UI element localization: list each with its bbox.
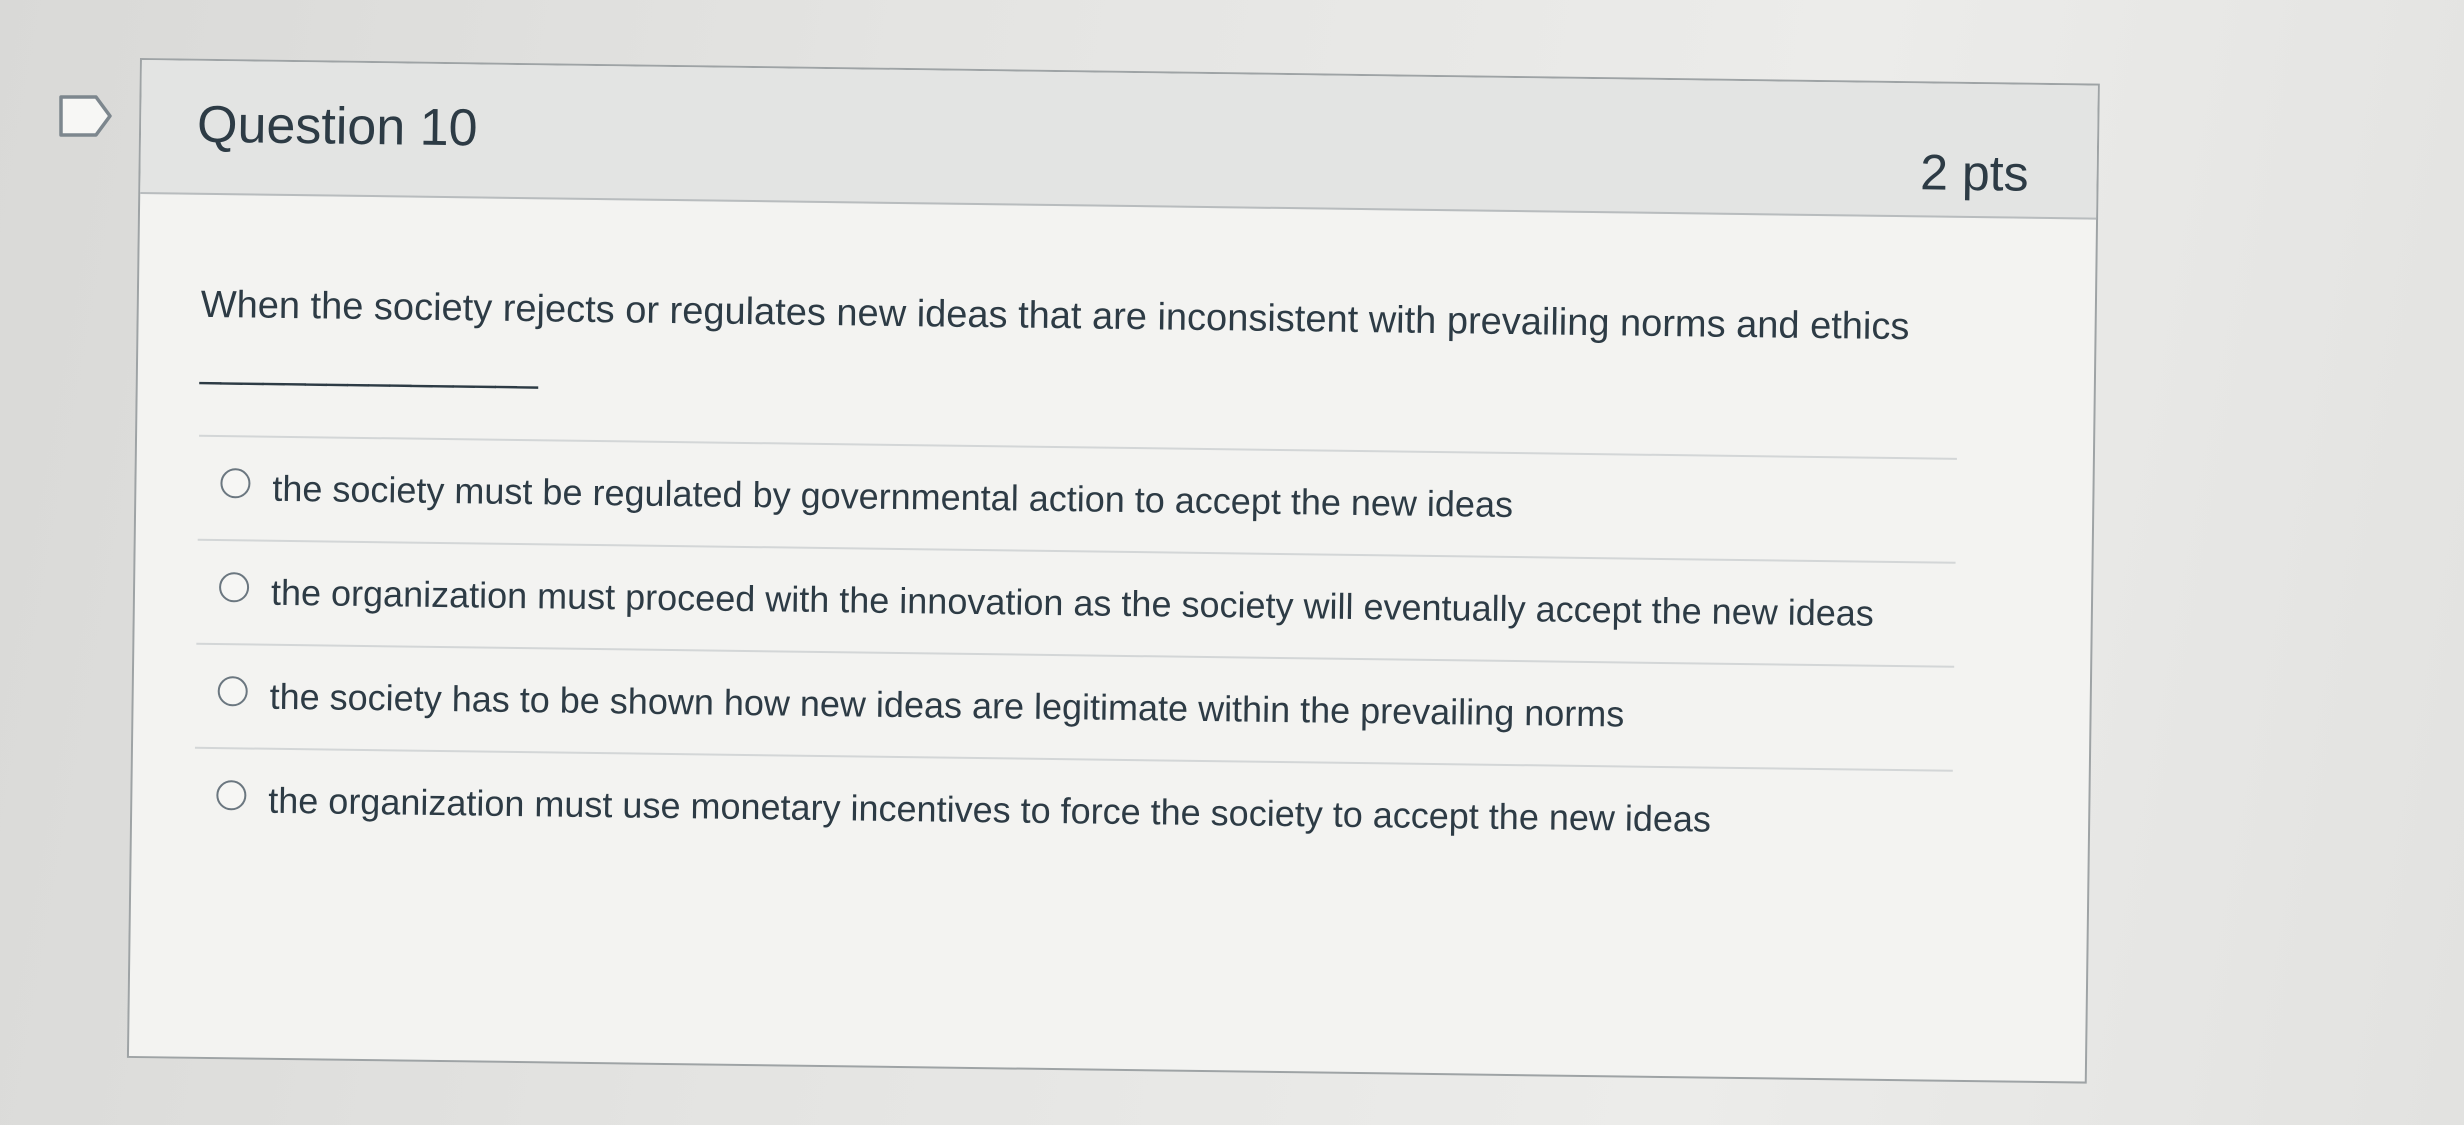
question-points: 2 pts: [1919, 144, 2030, 202]
radio-button[interactable]: [220, 468, 251, 499]
flag-question-icon[interactable]: [58, 94, 114, 138]
answer-label[interactable]: the organization must proceed with the i…: [271, 566, 1875, 641]
radio-button[interactable]: [217, 676, 248, 707]
answer-option[interactable]: the organization must use monetary incen…: [194, 749, 1953, 874]
question-card: Question 10 2 pts When the society rejec…: [126, 58, 2100, 1084]
answer-label[interactable]: the organization must use monetary incen…: [268, 774, 1711, 847]
answer-label[interactable]: the society has to be shown how new idea…: [269, 670, 1624, 742]
question-header: Question 10 2 pts: [140, 60, 2098, 220]
question-body: When the society rejects or regulates ne…: [132, 194, 1960, 874]
radio-button[interactable]: [218, 572, 250, 603]
radio-button[interactable]: [216, 780, 247, 811]
answer-list: the society must be regulated by governm…: [193, 434, 1957, 874]
answer-label[interactable]: the society must be regulated by governm…: [272, 462, 1513, 532]
question-title: Question 10: [196, 95, 478, 158]
question-text: When the society rejects or regulates ne…: [199, 283, 1910, 391]
